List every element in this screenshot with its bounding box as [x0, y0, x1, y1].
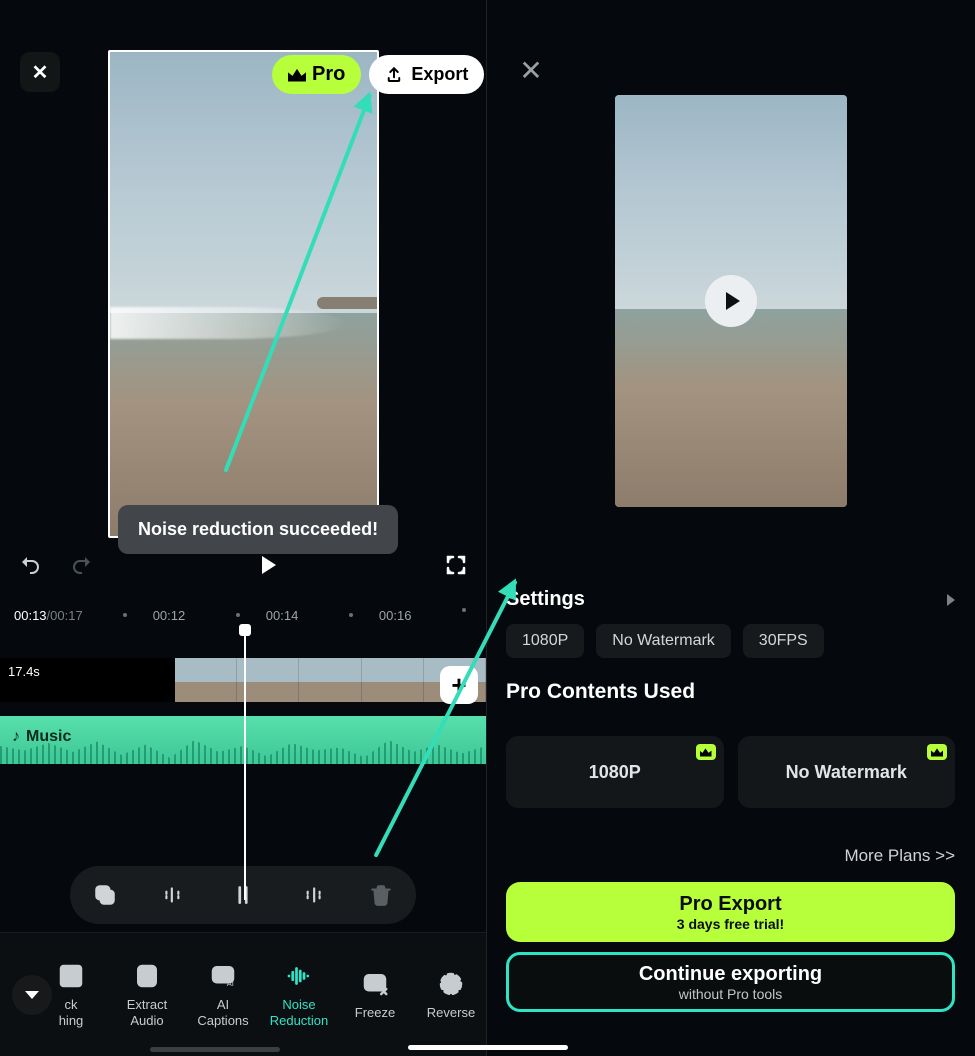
- chevron-right-icon: [947, 594, 955, 606]
- chip-resolution[interactable]: 1080P: [506, 624, 584, 658]
- split-right-icon[interactable]: [299, 882, 325, 908]
- crown-badge: [696, 744, 716, 760]
- playback-bar: [0, 550, 486, 580]
- delete-icon[interactable]: [368, 882, 394, 908]
- waveform: [0, 734, 486, 764]
- top-badge-row: Pro Export: [272, 55, 484, 94]
- pro-content-cards: 1080P No Watermark: [506, 736, 955, 808]
- card-no-watermark[interactable]: No Watermark: [738, 736, 956, 808]
- pro-export-button[interactable]: Pro Export 3 days free trial!: [506, 882, 955, 942]
- crown-icon: [288, 68, 306, 82]
- time-current: 00:13: [14, 608, 47, 623]
- tick-0: 00:12: [153, 608, 186, 623]
- edit-toolbar: [70, 866, 416, 924]
- split-center-icon[interactable]: [230, 882, 256, 908]
- tick-2: 00:16: [379, 608, 412, 623]
- redo-icon[interactable]: [70, 553, 94, 577]
- play-icon[interactable]: [262, 556, 276, 574]
- more-plans-link[interactable]: More Plans >>: [844, 846, 955, 866]
- fullscreen-icon[interactable]: [444, 553, 468, 577]
- card-1080p[interactable]: 1080P: [506, 736, 724, 808]
- video-preview[interactable]: [108, 50, 379, 538]
- preview-wave: [110, 307, 347, 339]
- preview-sea-r: [615, 309, 847, 507]
- editor-panel: ✕ Pro Export Noise reduction succeeded! …: [0, 0, 487, 1056]
- export-label: Export: [411, 64, 468, 85]
- export-button[interactable]: Export: [369, 55, 484, 94]
- crown-badge: [927, 744, 947, 760]
- pro-label: Pro: [312, 63, 345, 86]
- preview-land: [317, 297, 377, 309]
- clip-track[interactable]: 17.4s: [0, 658, 486, 702]
- settings-chips: 1080P No Watermark 30FPS: [506, 624, 824, 658]
- tool-extract-audio[interactable]: ExtractAudio: [112, 961, 182, 1028]
- pro-contents-heading: Pro Contents Used: [506, 680, 695, 704]
- tool-freeze[interactable]: Freeze: [340, 969, 410, 1021]
- export-preview[interactable]: [615, 95, 847, 507]
- undo-icon[interactable]: [18, 553, 42, 577]
- split-left-icon[interactable]: [161, 882, 187, 908]
- music-note-icon: ♪: [12, 728, 20, 746]
- timeline[interactable]: 17.4s + ♪ Music: [0, 630, 486, 900]
- export-icon: [385, 66, 403, 84]
- bottom-tool-strip[interactable]: ckhing ExtractAudio CCAI AICaptions Nois…: [0, 932, 486, 1056]
- chip-watermark[interactable]: No Watermark: [596, 624, 731, 658]
- x-icon: ✕: [32, 60, 49, 85]
- time-total: /00:17: [47, 608, 83, 623]
- continue-export-button[interactable]: Continue exporting without Pro tools: [506, 952, 955, 1012]
- audio-track[interactable]: ♪ Music: [0, 716, 486, 764]
- music-label: ♪ Music: [12, 728, 71, 746]
- tool-noise-reduction[interactable]: NoiseReduction: [264, 961, 334, 1028]
- pro-badge[interactable]: Pro: [272, 55, 361, 94]
- playhead[interactable]: [244, 630, 246, 900]
- play-button[interactable]: [705, 275, 757, 327]
- play-icon: [726, 292, 740, 310]
- clip-duration: 17.4s: [8, 664, 40, 679]
- chip-fps[interactable]: 30FPS: [743, 624, 824, 658]
- toast-message: Noise reduction succeeded!: [118, 505, 398, 554]
- svg-text:AI: AI: [227, 979, 234, 988]
- tool-reverse[interactable]: Reverse: [416, 969, 486, 1021]
- add-clip-button[interactable]: +: [440, 666, 478, 704]
- tick-1: 00:14: [266, 608, 299, 623]
- tool-cut-partial[interactable]: ckhing: [36, 961, 106, 1028]
- tool-ai-captions[interactable]: CCAI AICaptions: [188, 961, 258, 1028]
- scroll-indicator: [150, 1047, 280, 1052]
- home-indicator: [408, 1045, 568, 1050]
- duplicate-icon[interactable]: [92, 882, 118, 908]
- close-button[interactable]: ✕: [20, 52, 60, 92]
- settings-row[interactable]: Settings: [506, 588, 955, 611]
